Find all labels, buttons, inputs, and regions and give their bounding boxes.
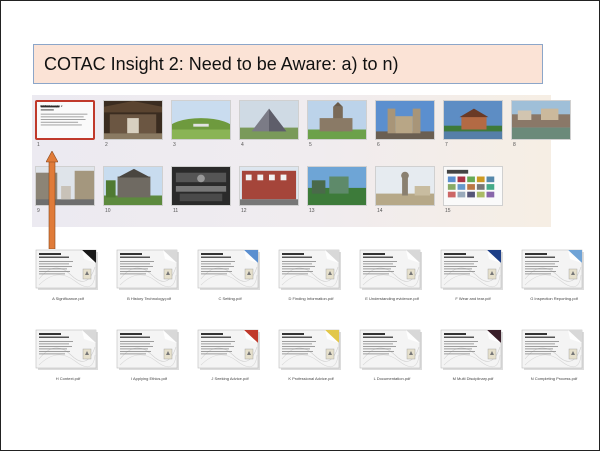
pdf-file-label: M Multi Disciplinary.pdf	[452, 376, 494, 381]
pdf-file-item[interactable]	[359, 329, 425, 373]
slide-thumbnail-image	[308, 167, 366, 205]
slide-number: 9	[37, 208, 40, 214]
slide-number: 1	[37, 142, 40, 148]
slide-number: 7	[445, 142, 448, 148]
slide-thumbnail[interactable]	[35, 166, 95, 206]
slide-thumbnail[interactable]	[239, 100, 299, 140]
slide-thumbnail[interactable]	[171, 100, 231, 140]
pdf-file-label: K Professional Advice.pdf	[288, 376, 334, 381]
pdf-file-label: H Context.pdf	[55, 376, 81, 381]
pdf-file-icon	[35, 329, 98, 370]
pdf-file-item[interactable]	[197, 249, 263, 293]
pdf-file-icon	[521, 249, 584, 290]
presentation-slide: COTAC Insight 2: Need to be Aware: a) to…	[0, 0, 600, 451]
pdf-file-icon	[359, 329, 422, 370]
up-arrow-icon	[46, 151, 58, 249]
pdf-file-item[interactable]	[521, 329, 587, 373]
slide-number: 14	[377, 208, 383, 214]
pdf-file-label: L Documentation.pdf	[373, 376, 411, 381]
pdf-file-icon	[521, 329, 584, 370]
slide-thumbnail-image	[240, 167, 298, 205]
slide-number: 6	[377, 142, 380, 148]
pdf-file-label: B History Technology.pdf	[127, 296, 171, 301]
slide-thumbnail-image	[308, 101, 366, 139]
slide-thumbnail-image	[376, 101, 434, 139]
pdf-file-label: F Wear and tear.pdf	[455, 296, 491, 301]
slide-thumbnail-image	[512, 101, 570, 139]
slide-thumbnail[interactable]	[375, 166, 435, 206]
slide-number: 8	[513, 142, 516, 148]
slide-thumbnail[interactable]	[307, 100, 367, 140]
slide-thumbnail[interactable]	[307, 166, 367, 206]
pdf-file-label: J Seeking Advice.pdf	[211, 376, 249, 381]
slide-number: 13	[309, 208, 315, 214]
slide-thumbnail-image	[104, 101, 162, 139]
slide-thumbnail-image	[444, 101, 502, 139]
slide-number: 2	[105, 142, 108, 148]
pdf-file-item[interactable]	[440, 249, 506, 293]
slide-thumbnail-title: COTAC Insight 2	[40, 104, 63, 108]
pdf-file-item[interactable]	[35, 249, 101, 293]
pdf-file-label: G Inspection Reporting.pdf	[530, 296, 578, 301]
page-title: COTAC Insight 2: Need to be Aware: a) to…	[44, 54, 399, 74]
pdf-file-item[interactable]	[521, 249, 587, 293]
title-box: COTAC Insight 2: Need to be Aware: a) to…	[33, 44, 543, 84]
pdf-file-icon	[116, 249, 179, 290]
slide-number: 4	[241, 142, 244, 148]
pdf-file-icon	[116, 329, 179, 370]
slide-thumbnail[interactable]	[171, 166, 231, 206]
pdf-file-item[interactable]	[197, 329, 263, 373]
slide-number: 11	[173, 208, 179, 214]
pdf-file-item[interactable]	[278, 249, 344, 293]
pdf-file-label: D Finding Information.pdf	[288, 296, 334, 301]
slide-thumbnail-image	[376, 167, 434, 205]
slide-thumbnail[interactable]	[239, 166, 299, 206]
pdf-file-item[interactable]	[116, 249, 182, 293]
pdf-file-icon	[278, 249, 341, 290]
slide-number: 5	[309, 142, 312, 148]
pdf-file-label: A Significance.pdf	[52, 296, 84, 301]
pdf-file-item[interactable]	[440, 329, 506, 373]
pdf-file-item[interactable]	[278, 329, 344, 373]
pdf-file-label: N Completing Process.pdf	[530, 376, 578, 381]
pdf-file-icon	[278, 329, 341, 370]
slide-thumbnail-image	[172, 101, 230, 139]
slide-thumbnail-image	[104, 167, 162, 205]
pdf-file-icon	[197, 249, 260, 290]
slide-thumbnail[interactable]	[511, 100, 571, 140]
slide-thumbnail[interactable]	[103, 166, 163, 206]
slide-number: 12	[241, 208, 247, 214]
slide-thumbnail[interactable]	[443, 100, 503, 140]
slide-number: 3	[173, 142, 176, 148]
pdf-file-icon	[440, 329, 503, 370]
slide-number: 15	[445, 208, 451, 214]
slide-browser-screenshot: COTAC Insight 2 1 2 3 4 5 6 7 8 9 10 11 12 13 14 15	[32, 95, 571, 227]
slide-thumbnail-image	[172, 167, 230, 205]
pdf-file-item[interactable]	[359, 249, 425, 293]
slide-thumbnail[interactable]	[103, 100, 163, 140]
pdf-file-label: I Applying Ethics.pdf	[130, 376, 168, 381]
slide-thumbnail[interactable]	[443, 166, 503, 206]
pdf-file-icon	[197, 329, 260, 370]
pdf-file-icon	[440, 249, 503, 290]
pdf-file-label: E Understanding evidence.pdf	[365, 296, 419, 301]
slide-thumbnail[interactable]: COTAC Insight 2	[35, 100, 95, 140]
slide-thumbnail[interactable]	[375, 100, 435, 140]
pdf-file-item[interactable]	[35, 329, 101, 373]
slide-number: 10	[105, 208, 111, 214]
slide-thumbnail-image	[36, 167, 94, 205]
pdf-file-icon	[35, 249, 98, 290]
pdf-file-item[interactable]	[116, 329, 182, 373]
pdf-file-icon	[359, 249, 422, 290]
slide-thumbnail-image	[240, 101, 298, 139]
slide-thumbnail-image	[444, 167, 502, 205]
pdf-file-label: C Setting.pdf	[218, 296, 242, 301]
